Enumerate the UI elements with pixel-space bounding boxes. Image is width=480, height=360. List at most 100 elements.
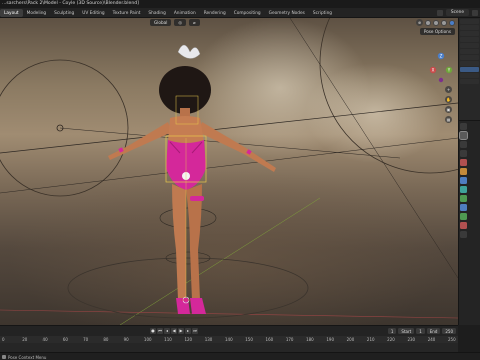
prev-keyframe-icon[interactable]: ◂	[164, 328, 170, 334]
physics-tab-icon[interactable]	[460, 186, 467, 193]
frame-ruler[interactable]: 0 20 40 60 70 80 90 100 110 120 130 140 150 160 170 180…	[0, 336, 458, 343]
render-tab-icon[interactable]	[459, 131, 468, 140]
overlay-icon[interactable]: ⊕	[416, 19, 423, 26]
tab-rendering[interactable]: Rendering	[200, 9, 230, 17]
character-figure	[108, 44, 276, 314]
material-shading-button[interactable]	[441, 19, 447, 26]
output-tab-icon[interactable]	[460, 141, 467, 148]
outliner-row[interactable]	[460, 37, 479, 42]
tab-modeling[interactable]: Modeling	[23, 9, 51, 17]
scene-selector[interactable]: Scene	[445, 9, 469, 16]
tab-layout[interactable]: Layout	[0, 9, 23, 17]
ruler-tick-label: 130	[204, 337, 213, 342]
rendered-shading-button[interactable]	[449, 19, 455, 26]
status-text: Pose Context Menu	[8, 354, 47, 360]
left-arm	[108, 122, 172, 160]
outliner-row[interactable]	[460, 43, 479, 48]
ruler-tick-label: 60	[62, 337, 68, 342]
viewport-scene	[0, 18, 458, 325]
tab-animation[interactable]: Animation	[170, 9, 200, 17]
ruler-tick-label: 220	[387, 337, 395, 342]
light-circle-right	[319, 18, 458, 174]
ruler-tick-label: 20	[22, 337, 28, 342]
play-reverse-icon[interactable]: ◀	[171, 328, 177, 334]
bone-constraint-tab-icon[interactable]	[460, 213, 467, 220]
view-layer-icon[interactable]	[472, 9, 478, 16]
play-icon[interactable]: ▶	[178, 328, 184, 334]
tool-tab-icon[interactable]	[460, 123, 467, 130]
frame-fields: 1 Start 1 End 250	[387, 328, 456, 334]
ruler-tick-label: 150	[245, 337, 253, 342]
window-title: ...sarchers\Pack 2\Model - Coyle (3D Sou…	[2, 1, 139, 6]
title-bar: ...sarchers\Pack 2\Model - Coyle (3D Sou…	[0, 0, 480, 8]
3d-viewport[interactable]: Global ◎ ⌀ ⊕ Pose Options Z X Y + ✋ ▣ ▦	[0, 18, 458, 325]
next-keyframe-icon[interactable]: ▸	[185, 328, 191, 334]
bone-tab-icon[interactable]	[460, 204, 467, 211]
ruler-tick-label: 40	[42, 337, 48, 342]
workspace-tab-bar: Layout Modeling Sculpting UV Editing Texture…	[0, 8, 480, 18]
start-frame-field[interactable]: 1	[416, 328, 425, 334]
ruler-tick-label: 170	[285, 337, 294, 342]
camera-icon[interactable]: ▣	[445, 106, 452, 113]
scene-icon[interactable]	[436, 9, 443, 16]
transform-orientation-dropdown[interactable]: Global	[150, 19, 172, 26]
tab-uv-editing[interactable]: UV Editing	[78, 9, 108, 17]
zoom-icon[interactable]: +	[445, 86, 452, 93]
tab-geometry-nodes[interactable]: Geometry Nodes	[265, 9, 309, 17]
current-frame-field[interactable]: 1	[387, 328, 397, 334]
jump-end-icon[interactable]: ⏭	[192, 328, 198, 334]
outliner-row[interactable]	[460, 19, 479, 24]
timeline-track[interactable]	[0, 343, 458, 352]
ruler-tick-label: 190	[326, 337, 334, 342]
outliner-row[interactable]	[460, 25, 479, 30]
ruler-tick-label: 120	[184, 337, 193, 342]
status-bar: Pose Context Menu	[0, 352, 480, 360]
outliner-row[interactable]	[460, 31, 479, 36]
material-tab-icon[interactable]	[460, 222, 467, 229]
pan-hand-icon[interactable]: ✋	[445, 96, 452, 103]
snap-button[interactable]: ⌀	[189, 19, 200, 26]
hair	[159, 66, 211, 114]
neg-axis-handle	[438, 77, 444, 83]
ruler-tick-label: 240	[427, 337, 436, 342]
tab-compositing[interactable]: Compositing	[230, 9, 265, 17]
outliner-row-selected[interactable]	[460, 67, 479, 72]
view-layer-tab-icon[interactable]	[460, 150, 467, 157]
properties-tabs	[459, 123, 468, 238]
ruler-tick-label: 90	[123, 337, 129, 342]
viewport-nav-icons: + ✋ ▣ ▦	[445, 86, 452, 123]
workspace-tabs: Layout Modeling Sculpting UV Editing Texture…	[0, 9, 336, 17]
pivot-point-button[interactable]: ◎	[174, 19, 187, 26]
end-frame-field[interactable]: 250	[442, 328, 456, 334]
ruler-tick-label: 160	[265, 337, 274, 342]
tab-texture-paint[interactable]: Texture Paint	[109, 9, 145, 17]
grid-icon[interactable]: ▦	[445, 116, 452, 123]
tab-sculpting[interactable]: Sculpting	[50, 9, 78, 17]
modifier-tab-icon[interactable]	[460, 177, 467, 184]
ruler-tick-label: 140	[225, 337, 233, 342]
pose-options-button[interactable]: Pose Options	[419, 28, 455, 35]
texture-tab-icon[interactable]	[460, 231, 467, 238]
mouse-right-icon	[2, 355, 6, 359]
record-button[interactable]: ●	[150, 328, 156, 334]
scene-tab-icon[interactable]	[460, 159, 467, 166]
armature-data-tab-icon[interactable]	[460, 195, 467, 202]
properties-panel[interactable]	[458, 120, 480, 325]
wireframe-shading-button[interactable]	[425, 19, 431, 26]
jump-start-icon[interactable]: ⏮	[157, 328, 163, 334]
outliner-row[interactable]	[460, 79, 479, 84]
axis-y-line	[119, 197, 321, 325]
outliner-panel[interactable]	[458, 18, 480, 120]
object-tab-icon[interactable]	[460, 168, 467, 175]
control-ring	[159, 207, 217, 229]
solid-shading-button[interactable]	[433, 19, 439, 26]
outliner-row[interactable]	[460, 73, 479, 78]
ruler-tick-label: 200	[346, 337, 355, 342]
navigation-gizmo[interactable]: Z X Y	[428, 50, 454, 84]
z-axis-label: Z	[440, 54, 443, 59]
tab-scripting[interactable]: Scripting	[309, 9, 336, 17]
outliner-row[interactable]	[460, 61, 479, 66]
outliner-row[interactable]	[460, 49, 479, 54]
outliner-row[interactable]	[460, 55, 479, 60]
tab-shading[interactable]: Shading	[144, 9, 169, 17]
